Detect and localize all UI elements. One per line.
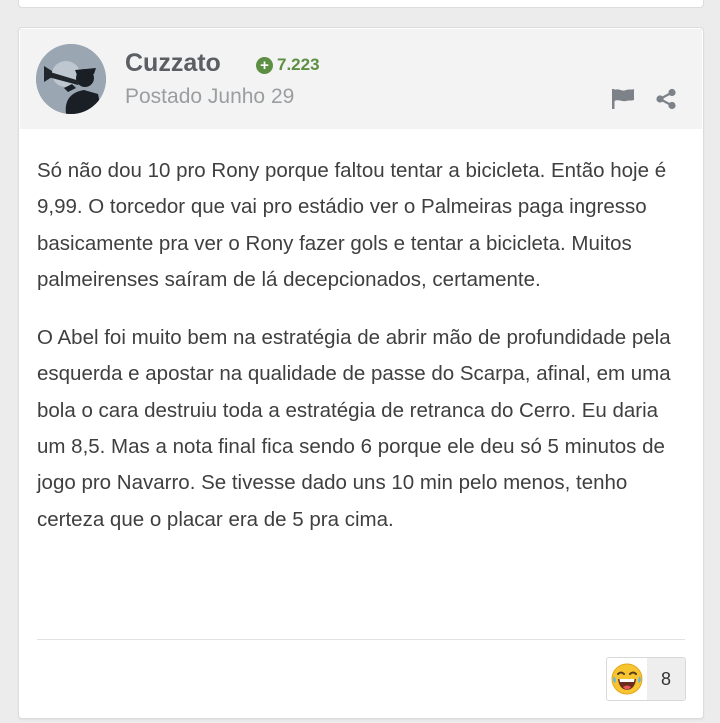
avatar[interactable] (36, 44, 106, 114)
reaction-button[interactable]: 8 (606, 657, 686, 701)
reputation-badge[interactable]: + 7.223 (256, 55, 320, 75)
flag-icon[interactable] (611, 88, 635, 110)
post-card: Cuzzato + 7.223 Postado Junho 29 Só não … (18, 27, 704, 719)
post-header: Cuzzato + 7.223 Postado Junho 29 (20, 29, 702, 129)
divider (37, 639, 685, 640)
previous-post-card (18, 0, 704, 8)
author-name[interactable]: Cuzzato (125, 49, 221, 78)
avatar-image (36, 44, 106, 114)
reputation-value: 7.223 (277, 55, 320, 74)
post-paragraph: O Abel foi muito bem na estratégia de ab… (37, 326, 671, 531)
reaction-emoji (607, 658, 647, 700)
post-content: Só não dou 10 pro Rony porque faltou ten… (37, 153, 687, 560)
laughing-emoji-icon (611, 663, 643, 695)
post-paragraph: Só não dou 10 pro Rony porque faltou ten… (37, 159, 667, 291)
plus-circle-icon: + (256, 56, 273, 74)
post-date[interactable]: Postado Junho 29 (125, 85, 294, 109)
reaction-count: 8 (647, 658, 685, 700)
share-icon[interactable] (655, 88, 677, 110)
